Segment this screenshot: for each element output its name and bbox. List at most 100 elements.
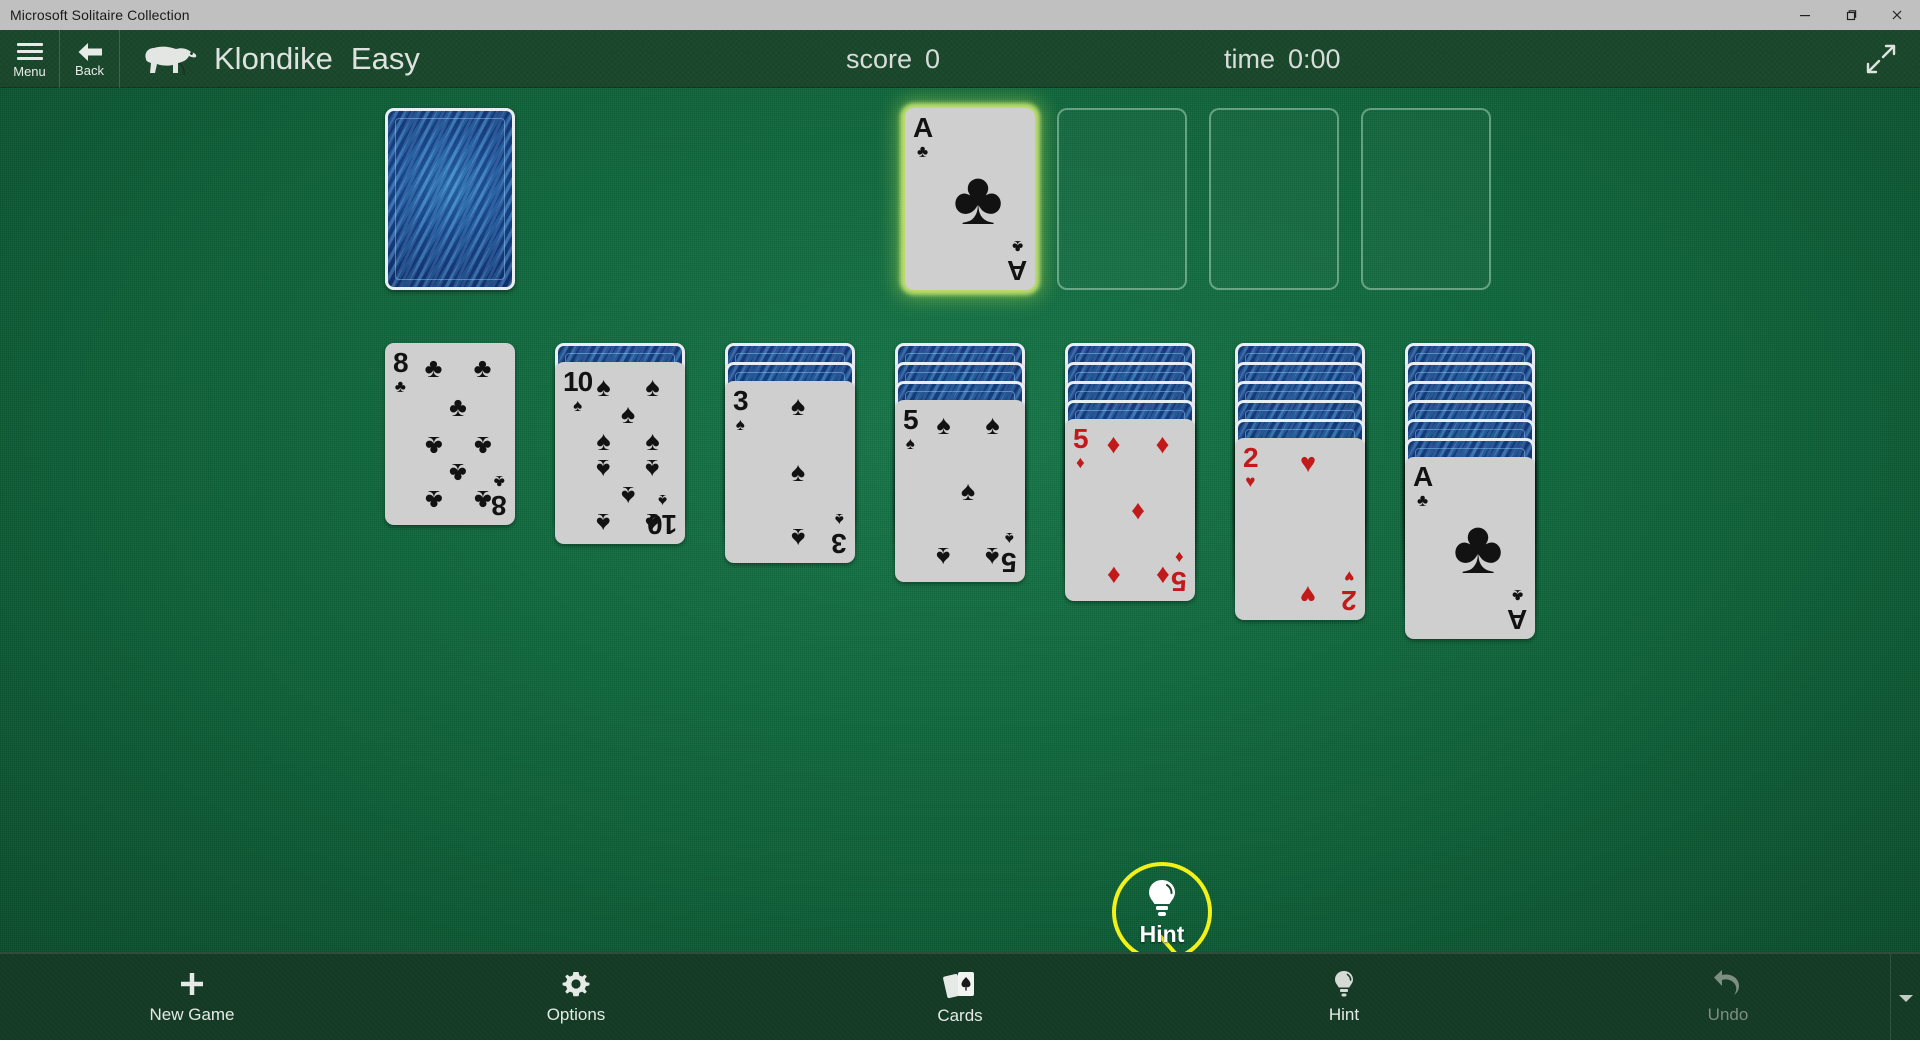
waste-pile[interactable] <box>545 108 675 290</box>
tableau-faceup-c7[interactable]: A♣A♣♣ <box>1405 457 1535 639</box>
card-pip: ♣ <box>1453 510 1503 586</box>
card-corner-br: A♣ <box>1508 587 1527 633</box>
cards-button[interactable]: Cards <box>768 953 1152 1041</box>
card-pip: ♣ <box>449 394 467 421</box>
back-button-label: Back <box>75 64 104 77</box>
card-pip: ♠ <box>596 455 610 482</box>
menu-button[interactable]: Menu <box>0 30 60 88</box>
card-rank: 3 <box>733 387 748 415</box>
card-corner-br: 2♥ <box>1342 568 1357 614</box>
card-pip: ♠ <box>791 524 805 551</box>
hint-callout-label: Hint <box>1140 921 1185 948</box>
card-pip: ♣ <box>425 486 443 513</box>
stock-pile[interactable] <box>385 108 515 290</box>
card-suit-spades: ♠ <box>573 397 582 414</box>
game-title: Klondike <box>214 41 333 77</box>
undo-arrow-icon <box>1712 969 1744 999</box>
back-button[interactable]: Back <box>60 30 120 88</box>
card-pip: ♠ <box>596 428 610 455</box>
undo-button[interactable]: Undo <box>1536 953 1920 1041</box>
card-corner-tl: A♣ <box>913 114 932 160</box>
score-display: score 0 <box>846 30 940 88</box>
score-value: 0 <box>925 44 940 75</box>
card-pip: ♠ <box>985 412 999 439</box>
foundation-slot-4[interactable] <box>1361 108 1491 290</box>
card-rank: 2 <box>1243 444 1258 472</box>
tableau-faceup-c3[interactable]: 3♠3♠♠♠♠ <box>725 381 855 563</box>
card-rank: 5 <box>1172 567 1187 595</box>
window-titlebar: Microsoft Solitaire Collection <box>0 0 1920 30</box>
card-suit-clubs: ♣ <box>917 143 928 160</box>
lightbulb-icon <box>1332 969 1356 999</box>
card-rank: 8 <box>492 491 507 519</box>
hint-label: Hint <box>1329 1005 1359 1025</box>
card-suit-diamonds: ♦ <box>1175 549 1184 566</box>
chevron-down-icon <box>1897 991 1915 1005</box>
polar-bear-icon <box>140 39 200 79</box>
card-suit-clubs: ♣ <box>494 473 505 490</box>
card-pip: ♠ <box>985 543 999 570</box>
new-game-button[interactable]: New Game <box>0 953 384 1041</box>
tableau-faceup-c5[interactable]: 5♦5♦♦♦♦♦♦ <box>1065 419 1195 601</box>
menu-button-label: Menu <box>13 65 46 78</box>
gear-icon <box>561 969 591 999</box>
card-pip: ♠ <box>936 543 950 570</box>
restore-button[interactable] <box>1828 0 1874 30</box>
foundation-slot-2[interactable] <box>1057 108 1187 290</box>
card-corner-tl: 3♠ <box>733 387 748 433</box>
card-suit-diamonds: ♦ <box>1076 454 1085 471</box>
card-pip: ♠ <box>645 428 659 455</box>
restore-icon <box>1844 8 1858 22</box>
card-corner-tl: 5♦ <box>1073 425 1088 471</box>
card-corner-tl: A♣ <box>1413 463 1432 509</box>
card-corner-br: 10♠ <box>648 492 677 538</box>
card-pip: ♣ <box>474 355 492 382</box>
game-header: Menu Back Klondike Easy score 0 time 0:0… <box>0 30 1920 88</box>
card-corner-br: A♣ <box>1008 238 1027 284</box>
card-rank: 2 <box>1342 586 1357 614</box>
card-corner-br: 8♣ <box>492 473 507 519</box>
card-corner-br: 5♠ <box>1002 530 1017 576</box>
card-suit-hearts: ♥ <box>1345 568 1355 585</box>
tableau-faceup-c2[interactable]: 10♠10♠♠♠♠♠♠♠♠♠♠♠ <box>555 362 685 544</box>
difficulty-label: Easy <box>351 41 420 77</box>
close-button[interactable] <box>1874 0 1920 30</box>
card-corner-tl: 5♠ <box>903 406 918 452</box>
card-rank: 3 <box>832 529 847 557</box>
foundation-card-1[interactable]: A♣A♣♣ <box>905 108 1035 290</box>
card-pip: ♦ <box>1156 431 1170 458</box>
card-pip: ♦ <box>1107 562 1121 589</box>
bottom-toolbar: New Game Options Cards Hint Undo <box>0 952 1920 1040</box>
card-pip: ♣ <box>425 432 443 459</box>
card-pip: ♠ <box>621 401 635 428</box>
card-corner-tl: 10♠ <box>563 368 592 414</box>
time-display: time 0:00 <box>1224 30 1341 88</box>
hint-callout-bubble[interactable]: Hint <box>1112 862 1212 952</box>
new-game-label: New Game <box>149 1005 234 1025</box>
card-rank: 10 <box>648 510 677 538</box>
card-pip: ♠ <box>936 412 950 439</box>
foundation-slot-3[interactable] <box>1209 108 1339 290</box>
score-label: score <box>846 44 912 75</box>
tableau-faceup-c4[interactable]: 5♠5♠♠♠♠♠♠ <box>895 400 1025 582</box>
fullscreen-button[interactable] <box>1852 30 1910 88</box>
card-suit-clubs: ♣ <box>1012 238 1023 255</box>
tableau-faceup-c1[interactable]: 8♣8♣♣♣♣♣♣♣♣♣ <box>385 343 515 525</box>
card-pip: ♥ <box>1300 581 1316 608</box>
toolbar-expand-button[interactable] <box>1890 954 1920 1042</box>
card-suit-clubs: ♣ <box>1512 587 1523 604</box>
card-suit-spades: ♠ <box>658 492 667 509</box>
hint-button[interactable]: Hint <box>1152 953 1536 1041</box>
tableau-faceup-c6[interactable]: 2♥2♥♥♥ <box>1235 438 1365 620</box>
minimize-button[interactable] <box>1782 0 1828 30</box>
card-corner-br: 5♦ <box>1172 549 1187 595</box>
card-pip: ♣ <box>449 459 467 486</box>
card-rank: 10 <box>563 368 592 396</box>
cards-icon <box>943 968 977 1000</box>
card-pip: ♠ <box>621 482 635 509</box>
card-pip: ♦ <box>1156 562 1170 589</box>
options-button[interactable]: Options <box>384 953 768 1041</box>
card-pip: ♦ <box>1107 431 1121 458</box>
card-rank: A <box>1413 463 1432 491</box>
card-pip: ♥ <box>1300 450 1316 477</box>
